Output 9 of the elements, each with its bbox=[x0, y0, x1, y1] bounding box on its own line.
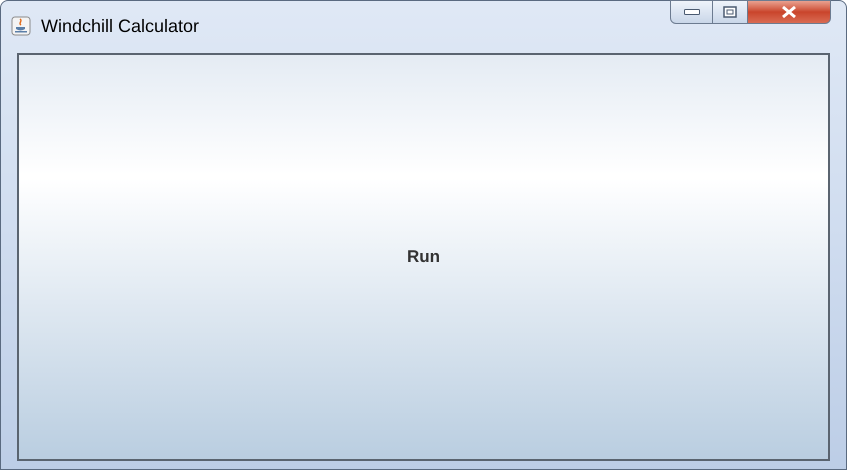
close-icon bbox=[781, 6, 797, 18]
close-button[interactable] bbox=[748, 0, 831, 24]
maximize-icon bbox=[723, 6, 737, 18]
minimize-icon bbox=[684, 9, 700, 15]
run-button[interactable]: Run bbox=[17, 53, 830, 461]
window-title: Windchill Calculator bbox=[41, 15, 200, 37]
minimize-button[interactable] bbox=[670, 0, 713, 24]
coffee-cup-icon bbox=[11, 16, 31, 36]
maximize-button[interactable] bbox=[713, 0, 748, 24]
